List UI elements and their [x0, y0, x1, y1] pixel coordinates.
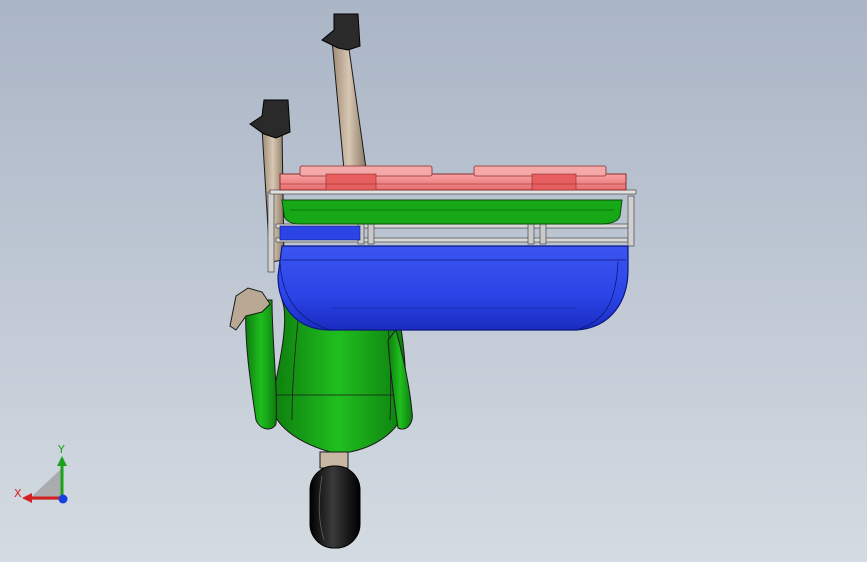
caster-wheel [309, 465, 361, 549]
seat-cushion[interactable] [277, 245, 629, 331]
x-axis-label: X [14, 487, 22, 500]
axis-triad: Y X [14, 443, 68, 504]
z-axis-dot [58, 494, 68, 504]
triad-plane-shadow [28, 468, 62, 500]
3d-model-view[interactable] [0, 0, 867, 562]
backrest-panel[interactable] [281, 199, 623, 225]
y-axis-label: Y [57, 443, 65, 456]
graphics-viewport[interactable]: Y X [0, 0, 867, 562]
